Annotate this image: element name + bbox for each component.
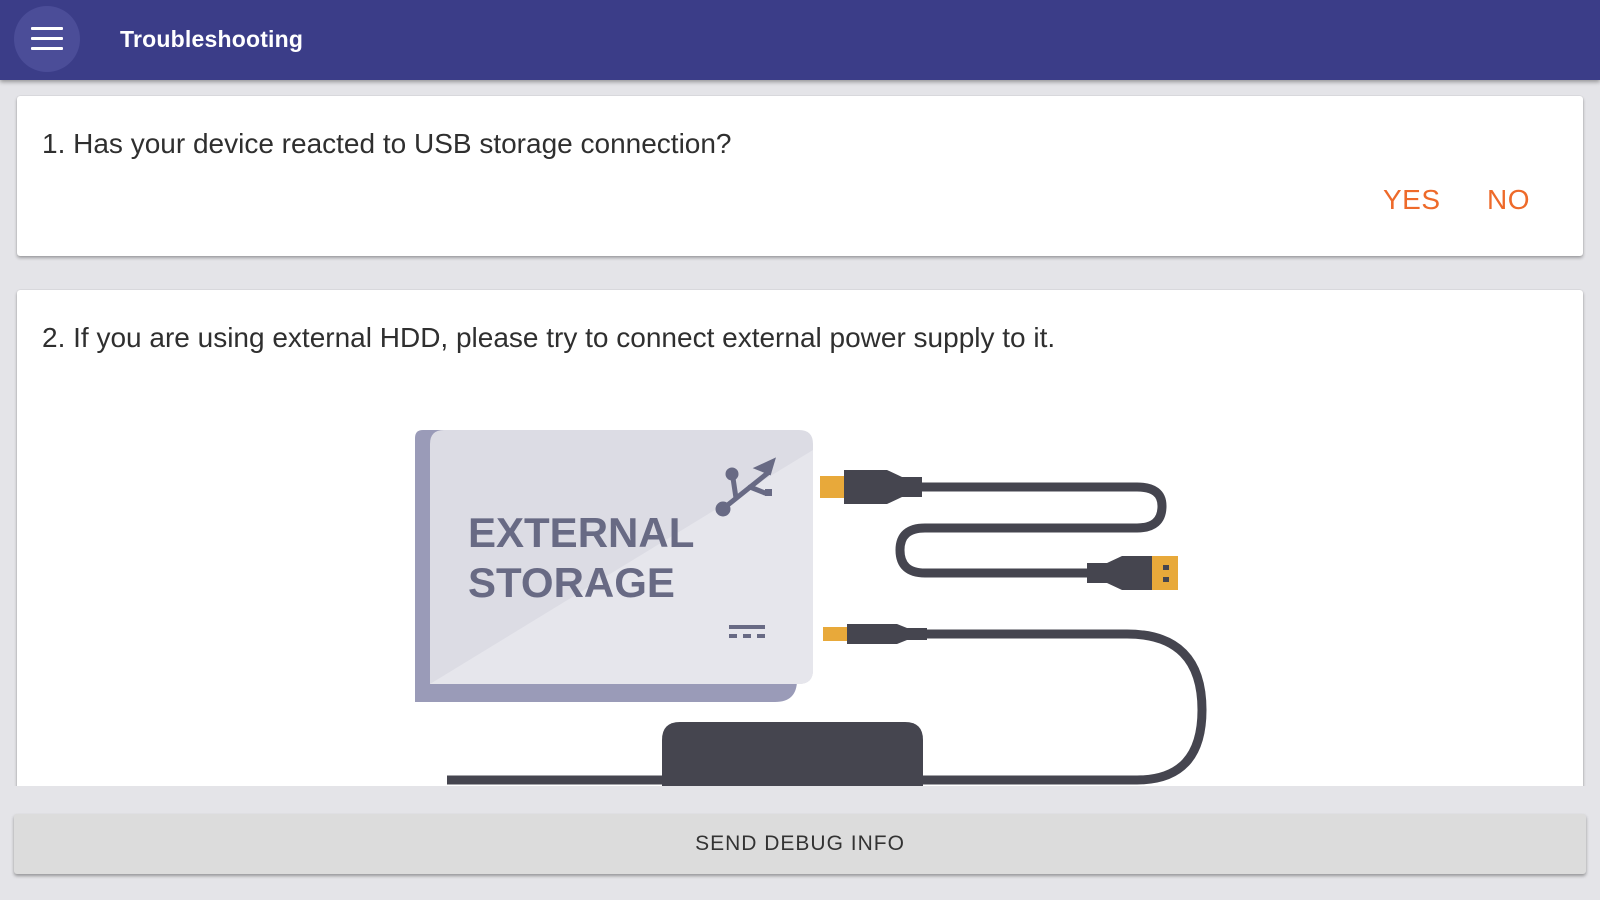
usb-cable-icon [820,470,1178,590]
hamburger-menu-icon [31,27,63,51]
device-label-line2: STORAGE [468,559,675,606]
external-storage-device: EXTERNAL STORAGE [415,430,813,702]
send-debug-info-button[interactable]: SEND DEBUG INFO [14,814,1586,874]
device-label-line1: EXTERNAL [468,509,694,556]
no-button[interactable]: NO [1487,184,1530,216]
yes-button[interactable]: YES [1383,184,1441,216]
page-title: Troubleshooting [120,26,304,52]
menu-button[interactable] [14,6,80,72]
question-card-1: 1. Has your device reacted to USB storag… [17,96,1583,256]
app-bar: Troubleshooting [0,0,1600,80]
question-text-1: 1. Has your device reacted to USB storag… [42,128,732,159]
